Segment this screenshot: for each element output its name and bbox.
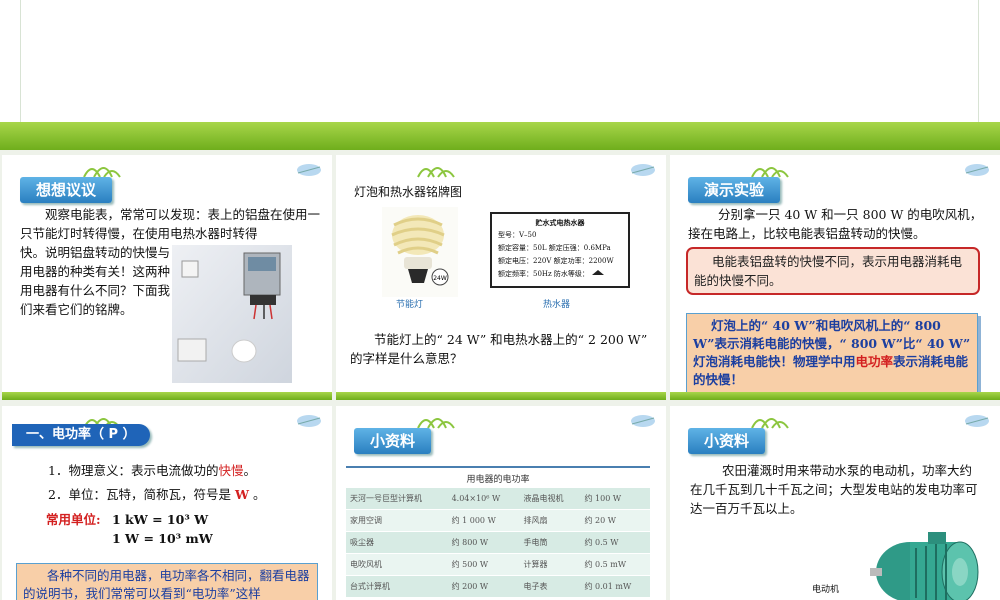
plate-line: 额定电压：220V 额定功率：2200W	[498, 257, 614, 265]
section-tag: 想想议议	[20, 177, 113, 203]
table-cell: 约 200 W	[447, 575, 520, 598]
slide-footer-bar	[670, 392, 1000, 400]
grass-decoration-icon	[83, 167, 121, 178]
leaf-decoration-icon	[631, 415, 655, 427]
green-divider-bar	[0, 122, 1000, 150]
grass-decoration-icon	[417, 167, 455, 178]
table-cell: 计算器	[519, 553, 581, 576]
slide-footer-bar	[336, 392, 666, 400]
plate-line: 额定容量：50L 额定压强：0.6MPa	[498, 244, 611, 252]
table-cell: 家用空调	[346, 509, 448, 532]
motor-caption: 电动机	[812, 585, 840, 595]
table-row: 台式计算机 约 200 W 电子表 约 0.01 mW	[346, 575, 650, 598]
unit-end: 。	[252, 487, 266, 502]
heater-caption: 热水器	[543, 300, 571, 310]
slide-nameplates[interactable]: 灯泡和热水器铭牌图 24W 贮水式电热水器 型号：V–50 额定容量：50L 额…	[336, 155, 666, 400]
slide-think-discuss[interactable]: 想想议议 观察电能表，常常可以发现：表上的铝盘在使用一只节能灯时转得慢，在使用电…	[2, 155, 332, 400]
table-cell: 排风扇	[519, 509, 581, 532]
intro-text: 观察电能表，常常可以发现：表上的铝盘在使用一只节能灯时转得慢，在使用电热水器时转…	[20, 207, 321, 241]
motor-text: 农田灌溉时用来带动水泵的电动机，功率大约在几千瓦到几十千瓦之间；大型发电站的发电…	[690, 463, 978, 516]
table-cell: 约 800 W	[447, 531, 520, 554]
slide-border-left	[20, 0, 21, 122]
section-tag: 小资料	[354, 428, 432, 454]
table-cell: 约 1 000 W	[447, 509, 520, 532]
meaning-keyword: 快慢	[218, 463, 244, 478]
section-tag: 演示实验	[688, 177, 781, 203]
meaning-end: 。	[243, 463, 256, 478]
power-table: 天河一号巨型计算机 4.04×10⁶ W 液晶电视机 约 100 W 家用空调 …	[346, 488, 650, 598]
bulb-caption: 节能灯	[396, 300, 424, 310]
common-units-label: 常用单位:	[46, 512, 101, 527]
plate-line: 额定频率：50Hz 防水等级：	[498, 268, 622, 281]
experiment-text: 分别拿一只 40 W 和一只 800 W 的电吹风机，接在电路上，比较电能表铝盘…	[688, 207, 983, 241]
table-cell: 台式计算机	[346, 575, 448, 598]
electric-motor-image	[870, 532, 979, 600]
grass-decoration-icon	[417, 418, 455, 429]
energy-saving-bulb-image: 24W	[382, 207, 458, 297]
leaf-decoration-icon	[965, 164, 989, 176]
table-cell: 约 0.5 mW	[580, 553, 650, 576]
slide-demo-experiment[interactable]: 演示实验 分别拿一只 40 W 和一只 800 W 的电吹风机，接在电路上，比较…	[670, 155, 1000, 400]
plate-line: 型号：V–50	[498, 231, 537, 239]
meaning-text: 1．物理意义：表示电流做功的	[48, 463, 219, 478]
table-cell: 电子表	[519, 575, 581, 598]
box-keyword: 电功率	[855, 354, 894, 369]
slide-electric-power[interactable]: 一、电功率（ P ） 1．物理意义：表示电流做功的快慢。 2．单位：瓦特，简称瓦…	[2, 406, 332, 600]
table-cell: 约 20 W	[580, 509, 650, 532]
table-cell: 约 0.01 mW	[580, 575, 650, 598]
question-line-1: 节能灯上的“ 24 W” 和电热水器上的“ 2 200 W”	[374, 332, 648, 347]
question-line-2: 的字样是什么意思？	[350, 351, 463, 366]
table-cell: 电吹风机	[346, 553, 448, 576]
grass-decoration-icon	[751, 167, 789, 178]
slide-footer-bar	[2, 392, 332, 400]
meaning-line: 1．物理意义：表示电流做功的快慢。	[48, 461, 256, 480]
table-cell: 手电筒	[519, 531, 581, 554]
unit-line: 2．单位：瓦特，简称瓦，符号是 W 。	[48, 485, 266, 504]
table-title: 用电器的电功率	[466, 475, 530, 485]
slide-title: 灯泡和热水器铭牌图	[354, 185, 463, 199]
slide-power-table[interactable]: 小资料 用电器的电功率 天河一号巨型计算机 4.04×10⁶ W 液晶电视机 约…	[336, 406, 666, 600]
unit-conversion-2: 1 W = 10³ mW	[112, 531, 213, 546]
table-row: 天河一号巨型计算机 4.04×10⁶ W 液晶电视机 约 100 W	[346, 488, 650, 510]
table-cell: 4.04×10⁶ W	[447, 488, 520, 510]
table-cell: 液晶电视机	[519, 488, 581, 510]
waterproof-triangle-icon	[592, 270, 605, 275]
slide-border-right	[978, 0, 979, 122]
unit-conversion-1: 1 kW = 10³ W	[112, 512, 209, 527]
plate-line-text: 额定频率：50Hz 防水等级：	[498, 270, 589, 278]
question-text: 快。说明铝盘转动的快慢与用电器的种类有关！这两种用电器有什么不同？下面我们来看它…	[20, 245, 171, 317]
leaf-decoration-icon	[631, 164, 655, 176]
table-row: 电吹风机 约 500 W 计算器 约 0.5 mW	[346, 553, 650, 576]
table-top-rule	[346, 466, 650, 468]
energy-meter-photo	[172, 245, 292, 383]
table-cell: 天河一号巨型计算机	[346, 488, 448, 510]
table-row: 吸尘器 约 800 W 手电筒 约 0.5 W	[346, 531, 650, 554]
table-cell: 吸尘器	[346, 531, 448, 554]
table-cell: 约 0.5 W	[580, 531, 650, 554]
leaf-decoration-icon	[965, 415, 989, 427]
leaf-decoration-icon	[297, 415, 321, 427]
plate-title: 贮水式电热水器	[535, 218, 585, 227]
manual-note-box: 各种不同的用电器，电功率各不相同，翻看电器的说明书，我们常常可以看到“电功率”这…	[16, 563, 318, 600]
unit-text: 2．单位：瓦特，简称瓦，符号是	[48, 487, 231, 502]
previous-slide-area	[0, 0, 1000, 122]
table-cell: 约 500 W	[447, 553, 520, 576]
grass-decoration-icon	[751, 418, 789, 429]
leaf-decoration-icon	[297, 164, 321, 176]
section-tag: 小资料	[688, 428, 766, 454]
bulb-mark: 24W	[433, 275, 447, 282]
section-tag: 一、电功率（ P ）	[12, 424, 150, 446]
power-definition-box: 灯泡上的“ 40 W”和电吹风机上的“ 800 W”表示消耗电能的快慢，“ 80…	[686, 313, 978, 393]
table-row: 家用空调 约 1 000 W 排风扇 约 20 W	[346, 509, 650, 532]
table-cell: 约 100 W	[580, 488, 650, 510]
slide-motor-info[interactable]: 小资料 农田灌溉时用来带动水泵的电动机，功率大约在几千瓦到几十千瓦之间；大型发电…	[670, 406, 1000, 600]
conclusion-box: 电能表铝盘转的快慢不同，表示用电器消耗电能的快慢不同。	[686, 247, 980, 295]
water-heater-nameplate: 贮水式电热水器 型号：V–50 额定容量：50L 额定压强：0.6MPa 额定电…	[490, 212, 630, 288]
unit-symbol: W	[234, 487, 249, 502]
